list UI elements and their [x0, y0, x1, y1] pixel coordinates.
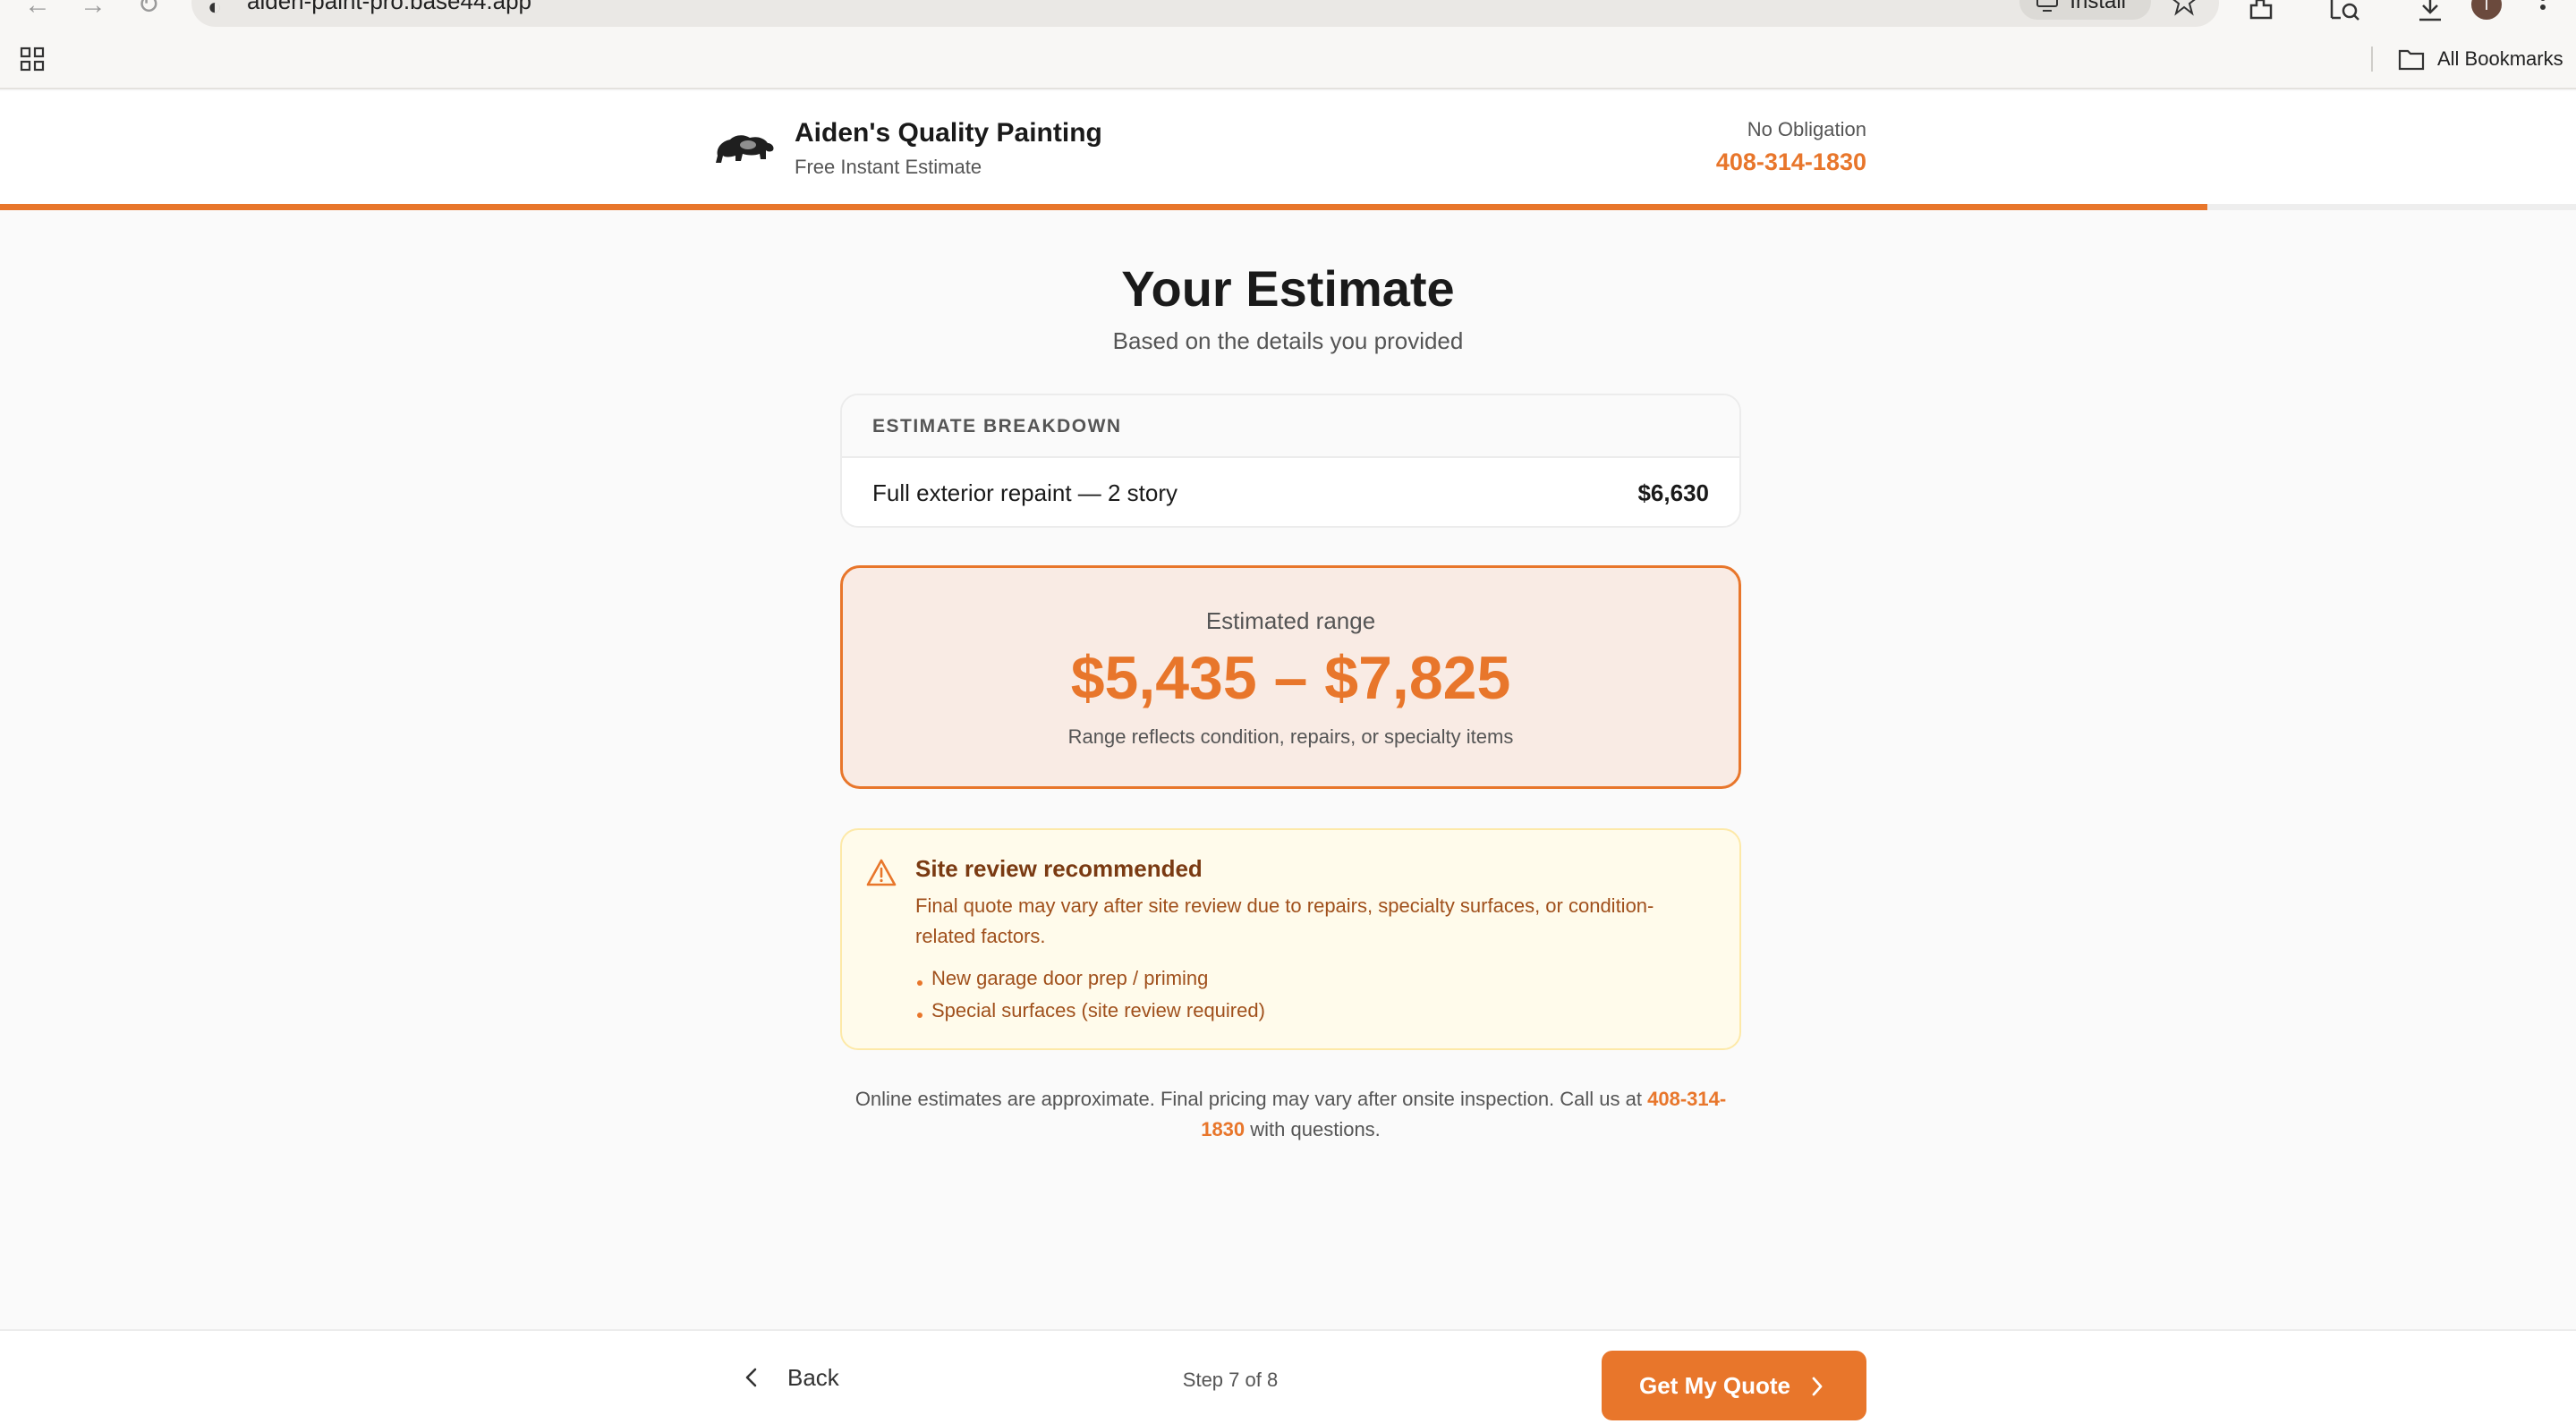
site-info-icon[interactable]: ◐ — [208, 0, 222, 21]
disclaimer-text-end: with questions. — [1245, 1118, 1381, 1140]
extensions-icon[interactable] — [2244, 0, 2280, 27]
range-note: Range reflects condition, repairs, or sp… — [1067, 725, 1514, 748]
brand-name[interactable]: Aiden's Quality Painting — [795, 118, 1102, 148]
footer-nav: Back Step 7 of 8 Get My Quote — [0, 1329, 2576, 1424]
no-obligation-label: No Obligation — [1747, 118, 1866, 140]
browser-toolbar: ← → ↻ ◐ aiden-paint-pro.base44.app Insta… — [0, 0, 2576, 89]
estimated-range-card: Estimated range $5,435 – $7,825 Range re… — [840, 565, 1741, 789]
url-text[interactable]: aiden-paint-pro.base44.app — [247, 0, 531, 15]
reload-icon[interactable]: ↻ — [131, 0, 166, 23]
cta-label: Get My Quote — [1639, 1372, 1791, 1399]
disclaimer-text: Online estimates are approximate. Final … — [854, 1088, 1648, 1110]
get-my-quote-button[interactable]: Get My Quote — [1602, 1351, 1866, 1420]
site-header: Aiden's Quality Painting Free Instant Es… — [0, 91, 2576, 206]
page-subtitle: Based on the details you provided — [1112, 327, 1464, 354]
address-bar[interactable]: ◐ aiden-paint-pro.base44.app Install — [191, 0, 2219, 27]
breakdown-item-label: Full exterior repaint — 2 story — [872, 479, 1178, 506]
breakdown-row: Full exterior repaint — 2 story $6,630 — [842, 458, 1739, 526]
all-bookmarks-label: All Bookmarks — [2437, 47, 2563, 70]
site-review-alert: Site review recommended Final quote may … — [840, 828, 1741, 1050]
install-button[interactable]: Install — [2019, 0, 2151, 20]
forward-arrow-icon[interactable]: → — [75, 0, 111, 23]
folder-icon — [2398, 49, 2425, 71]
all-bookmarks-button[interactable]: All Bookmarks — [2398, 45, 2563, 73]
range-label: Estimated range — [1205, 607, 1376, 634]
warning-triangle-icon — [866, 859, 897, 886]
header-phone-link[interactable]: 408-314-1830 — [1716, 148, 1866, 176]
review-list-item: Special surfaces (site review required) — [915, 995, 1265, 1027]
breakdown-heading: ESTIMATE BREAKDOWN — [842, 395, 1739, 458]
review-list-item: New garage door prep / priming — [915, 962, 1265, 995]
chevron-right-icon — [1812, 1377, 1823, 1396]
profile-avatar[interactable]: T — [2471, 0, 2502, 20]
download-icon[interactable] — [2412, 0, 2448, 27]
review-body: Final quote may vary after site review d… — [915, 894, 1654, 947]
page-title: Your Estimate — [1121, 260, 1455, 317]
brand-tagline: Free Instant Estimate — [795, 156, 982, 178]
breakdown-item-amount: $6,630 — [1637, 479, 1709, 506]
review-title: Site review recommended — [915, 855, 1203, 882]
bookmark-star-icon[interactable] — [2169, 0, 2199, 16]
install-label: Install — [2070, 0, 2126, 13]
step-indicator: Step 7 of 8 — [1182, 1369, 1279, 1391]
bear-logo-icon — [716, 135, 774, 163]
progress-bar — [0, 204, 2576, 210]
monitor-icon — [2036, 0, 2059, 12]
apps-grid-icon[interactable] — [20, 47, 45, 72]
estimate-breakdown-card: ESTIMATE BREAKDOWN Full exterior repaint… — [840, 394, 1741, 528]
bookmarks-divider — [2371, 47, 2373, 72]
search-tabs-icon[interactable] — [2326, 0, 2362, 27]
more-menu-icon[interactable] — [2525, 0, 2561, 27]
disclaimer: Online estimates are approximate. Final … — [840, 1084, 1741, 1145]
review-list: New garage door prep / priming Special s… — [915, 962, 1265, 1027]
range-value: $5,435 – $7,825 — [1070, 644, 1511, 712]
progress-fill — [0, 204, 2208, 210]
back-arrow-icon[interactable]: ← — [20, 0, 55, 23]
